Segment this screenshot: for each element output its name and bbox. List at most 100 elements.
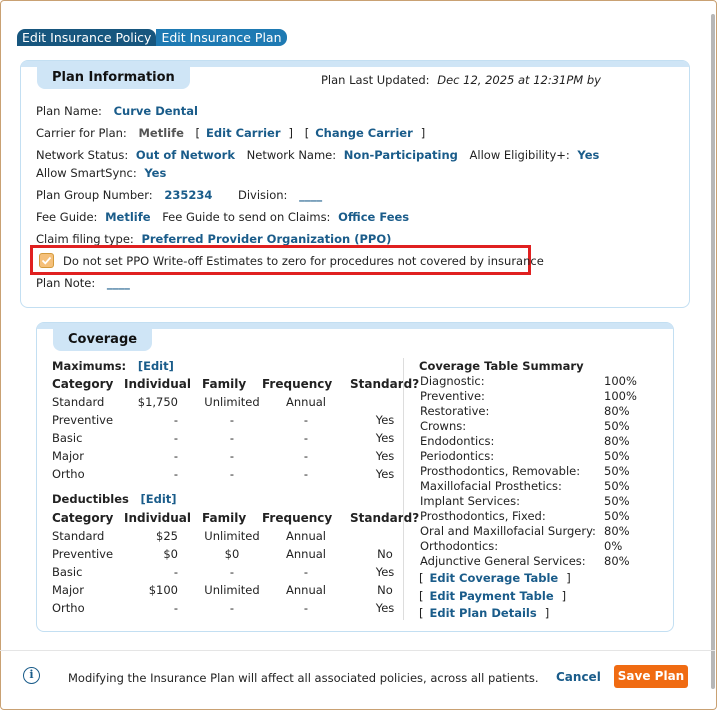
tab-edit-insurance-policy[interactable]: Edit Insurance Policy	[17, 29, 157, 46]
maximums-table: Category Individual Family Frequency Sta…	[52, 375, 420, 483]
carrier-row: Carrier for Plan: Metlife [Edit Carrier]…	[36, 126, 425, 140]
group-number-label: Plan Group Number:	[36, 188, 153, 202]
table-cell: -	[303, 431, 309, 445]
summary-category: Oral and Maxillofacial Surgery:	[420, 524, 596, 538]
table-cell: -	[229, 413, 235, 427]
table-cell: Unlimited	[204, 583, 260, 597]
table-cell: Annual	[286, 529, 326, 543]
table-cell: Preventive	[52, 547, 114, 561]
table-cell: Yes	[375, 431, 395, 445]
network-status-value: Out of Network	[135, 148, 235, 162]
summary-category: Diagnostic:	[420, 374, 485, 388]
summary-row: Endodontics: 80%	[420, 434, 640, 449]
tab-bar: Edit Insurance Policy Edit Insurance Pla…	[17, 29, 287, 46]
table-cell: -	[303, 413, 309, 427]
summary-row: Periodontics: 50%	[420, 449, 640, 464]
allow-smartsync-value: Yes	[144, 166, 167, 180]
table-cell	[350, 527, 420, 545]
table-cell: -	[229, 467, 235, 481]
table-cell: Standard	[52, 529, 105, 543]
table-cell: -	[173, 565, 178, 579]
last-updated-value: Dec 12, 2025 at 12:31PM by	[437, 73, 601, 87]
summary-percent: 50%	[604, 449, 630, 463]
table-header-row: Category Individual Family Frequency Sta…	[52, 509, 420, 527]
plan-name-value: Curve Dental	[113, 104, 198, 118]
summary-row: Adjunctive General Services: 80%	[420, 554, 640, 569]
table-cell: -	[229, 449, 235, 463]
table-cell: -	[173, 413, 178, 427]
allow-eligibility-label: Allow Eligibility+:	[469, 148, 570, 162]
table-cell: No	[377, 547, 393, 561]
table-cell: Yes	[375, 449, 395, 463]
summary-category: Adjunctive General Services:	[420, 554, 586, 568]
summary-category: Crowns:	[420, 419, 467, 433]
col-category: Category	[52, 511, 114, 525]
table-cell: -	[303, 601, 309, 615]
tab-edit-insurance-plan[interactable]: Edit Insurance Plan	[156, 29, 287, 46]
bracket-close: ]	[561, 589, 567, 603]
col-standard: Standard?	[350, 511, 420, 525]
deductibles-table: Category Individual Family Frequency Sta…	[52, 509, 420, 617]
save-plan-button[interactable]: Save Plan	[614, 665, 688, 688]
summary-category: Implant Services:	[420, 494, 520, 508]
footer-message: Modifying the Insurance Plan will affect…	[68, 671, 539, 685]
plan-information-title: Plan Information	[37, 67, 190, 89]
table-cell: -	[229, 431, 235, 445]
plan-note-row: Plan Note: ____	[36, 276, 130, 290]
bracket-open: [	[419, 571, 424, 585]
summary-row: Oral and Maxillofacial Surgery: 80%	[420, 524, 640, 539]
edit-maximums-link[interactable]: [Edit]	[138, 359, 174, 373]
coverage-divider	[403, 358, 404, 620]
table-cell	[350, 393, 420, 411]
plan-name-row: Plan Name: Curve Dental	[36, 104, 198, 118]
edit-carrier-bracket-open: [	[195, 126, 201, 140]
change-carrier-bracket-close: ]	[420, 126, 426, 140]
table-row: Ortho - - - Yes	[52, 465, 420, 483]
table-row: Preventive - - - Yes	[52, 411, 420, 429]
edit-payment-table-link[interactable]: Edit Payment Table	[430, 589, 554, 603]
summary-category: Maxillofacial Prosthetics:	[420, 479, 562, 493]
plan-note-value[interactable]: ____	[107, 276, 130, 290]
fee-guide-label: Fee Guide:	[36, 210, 98, 224]
summary-row: Prosthodontics, Removable: 50%	[420, 464, 640, 479]
col-individual: Individual	[124, 377, 191, 391]
table-cell: Ortho	[52, 601, 85, 615]
summary-percent: 50%	[604, 479, 630, 493]
summary-percent: 50%	[604, 494, 630, 508]
table-cell: No	[377, 583, 393, 597]
summary-percent: 50%	[604, 419, 630, 433]
table-row: Major - - - Yes	[52, 447, 420, 465]
summary-percent: 80%	[604, 524, 630, 538]
network-status-label: Network Status:	[36, 148, 129, 162]
network-name-value: Non-Participating	[343, 148, 458, 162]
col-individual: Individual	[124, 511, 191, 525]
deductibles-label: Deductibles	[52, 492, 129, 506]
scrollbar[interactable]	[711, 14, 715, 689]
col-standard: Standard?	[350, 377, 420, 391]
footer-divider	[0, 650, 715, 651]
table-cell: -	[229, 565, 235, 579]
edit-carrier-link[interactable]: Edit Carrier	[206, 126, 281, 140]
table-cell: -	[173, 449, 178, 463]
col-category: Category	[52, 377, 114, 391]
table-cell: -	[303, 565, 309, 579]
summary-category: Restorative:	[420, 404, 490, 418]
summary-category: Prosthodontics, Fixed:	[420, 509, 546, 523]
edit-deductibles-link[interactable]: [Edit]	[141, 492, 177, 506]
table-header-row: Category Individual Family Frequency Sta…	[52, 375, 420, 393]
info-icon: i	[23, 667, 40, 684]
table-cell: Yes	[375, 413, 395, 427]
change-carrier-bracket-open: [	[304, 126, 310, 140]
edit-coverage-table-link[interactable]: Edit Coverage Table	[430, 571, 559, 585]
summary-percent: 100%	[604, 374, 637, 388]
edit-plan-details-link[interactable]: Edit Plan Details	[430, 606, 537, 620]
change-carrier-link[interactable]: Change Carrier	[315, 126, 413, 140]
summary-percent: 0%	[604, 539, 623, 553]
ppo-writeoff-checkbox[interactable]	[39, 253, 54, 268]
table-cell: Yes	[375, 601, 395, 615]
table-row: Preventive $0 $0 Annual No	[52, 545, 420, 563]
cancel-button[interactable]: Cancel	[556, 670, 601, 684]
table-cell: Unlimited	[204, 529, 260, 543]
fee-guide-row: Fee Guide: Metlife Fee Guide to send on …	[36, 210, 409, 224]
division-label: Division:	[238, 188, 288, 202]
